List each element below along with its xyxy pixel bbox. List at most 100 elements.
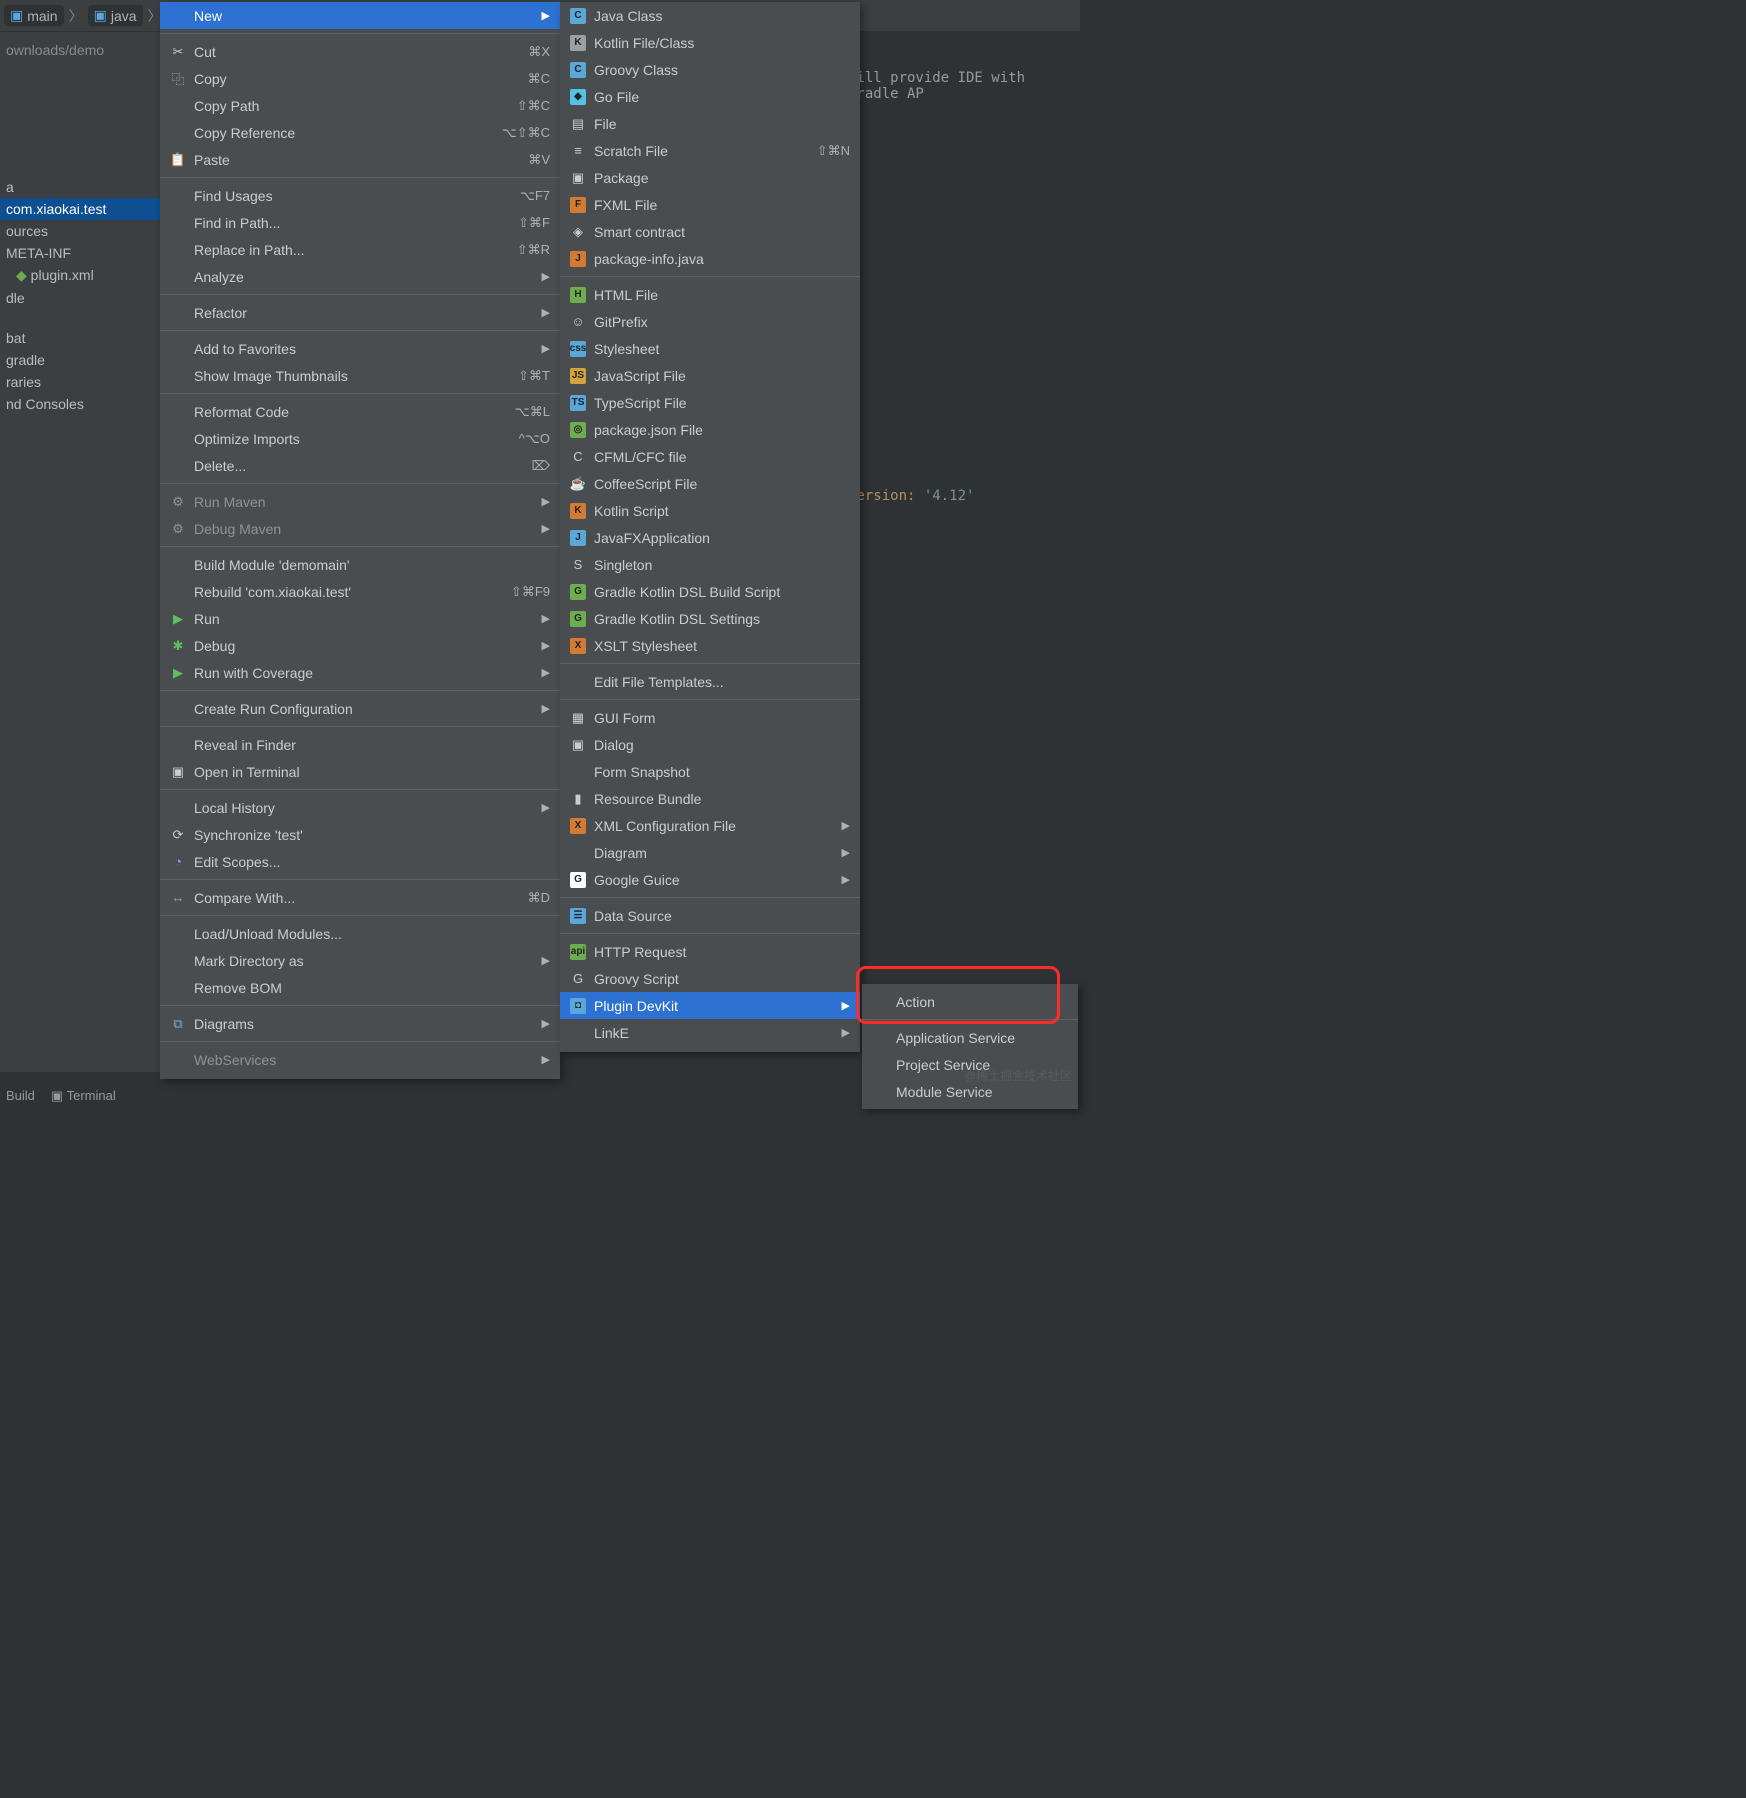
contextMenu-item-cut[interactable]: ✂Cut⌘X — [160, 38, 560, 65]
-icon: ▣ — [170, 764, 186, 780]
contextMenu-item-copy-reference[interactable]: Copy Reference⌥⇧⌘C — [160, 119, 560, 146]
contextMenu-item-debug[interactable]: ✱Debug▶ — [160, 632, 560, 659]
blank-icon — [170, 404, 186, 420]
contextMenu-item-reveal-in-finder[interactable]: Reveal in Finder — [160, 731, 560, 758]
newMenu-item-xml-configuration-file[interactable]: XXML Configuration File▶ — [560, 812, 860, 839]
newMenu-item-diagram[interactable]: Diagram▶ — [560, 839, 860, 866]
build-tab[interactable]: Build — [6, 1088, 35, 1104]
menu-item-label: Groovy Class — [594, 62, 850, 78]
newMenu-item-linke[interactable]: LinkE▶ — [560, 1019, 860, 1046]
contextMenu-item-run-with-coverage[interactable]: ▶Run with Coverage▶ — [160, 659, 560, 686]
contextMenu-item-paste[interactable]: 📋Paste⌘V — [160, 146, 560, 173]
newMenu-item-kotlin-script[interactable]: KKotlin Script — [560, 497, 860, 524]
newMenu-item-kotlin-file-class[interactable]: KKotlin File/Class — [560, 29, 860, 56]
contextMenu-item-copy-path[interactable]: Copy Path⇧⌘C — [160, 92, 560, 119]
contextMenu-item-diagrams[interactable]: ⧉Diagrams▶ — [160, 1010, 560, 1037]
newMenu-item-smart-contract[interactable]: ◈Smart contract — [560, 218, 860, 245]
newMenu-item-singleton[interactable]: SSingleton — [560, 551, 860, 578]
newMenu-item-package-info-java[interactable]: Jpackage-info.java — [560, 245, 860, 272]
contextMenu-item-load-unload-modules[interactable]: Load/Unload Modules... — [160, 920, 560, 947]
menu-item-label: JavaFXApplication — [594, 530, 850, 546]
pluginMenu-item-application-service[interactable]: Application Service — [862, 1024, 1078, 1051]
newMenu-item-file[interactable]: ▤File — [560, 110, 860, 137]
sidebar-item[interactable]: dle — [0, 287, 160, 309]
newMenu-item-scratch-file[interactable]: ≡Scratch File⇧⌘N — [560, 137, 860, 164]
menu-separator — [160, 1041, 560, 1042]
newMenu-item-google-guice[interactable]: GGoogle Guice▶ — [560, 866, 860, 893]
contextMenu-item-analyze[interactable]: Analyze▶ — [160, 263, 560, 290]
newMenu-item-dialog[interactable]: ▣Dialog — [560, 731, 860, 758]
contextMenu-item-edit-scopes[interactable]: ◔Edit Scopes... — [160, 848, 560, 875]
sidebar-item-test[interactable]: com.xiaokai.test — [0, 198, 160, 220]
contextMenu-item-find-in-path[interactable]: Find in Path...⇧⌘F — [160, 209, 560, 236]
newMenu-item-form-snapshot[interactable]: Form Snapshot — [560, 758, 860, 785]
breadcrumb-java[interactable]: ▣ java — [88, 5, 143, 26]
contextMenu-item-debug-maven[interactable]: ⚙Debug Maven▶ — [160, 515, 560, 542]
newMenu-item-edit-file-templates[interactable]: Edit File Templates... — [560, 668, 860, 695]
contextMenu-item-run[interactable]: ▶Run▶ — [160, 605, 560, 632]
breadcrumb-main[interactable]: ▣ main — [4, 5, 64, 26]
newMenu-item-gradle-kotlin-dsl-settings[interactable]: GGradle Kotlin DSL Settings — [560, 605, 860, 632]
newMenu-item-stylesheet[interactable]: cssStylesheet — [560, 335, 860, 362]
sidebar-item[interactable]: nd Consoles — [0, 393, 160, 415]
newMenu-item-html-file[interactable]: HHTML File — [560, 281, 860, 308]
blank-icon — [170, 269, 186, 285]
contextMenu-item-copy[interactable]: ⿻Copy⌘C — [160, 65, 560, 92]
newMenu-item-groovy-script[interactable]: GGroovy Script — [560, 965, 860, 992]
newMenu-item-http-request[interactable]: apiHTTP Request — [560, 938, 860, 965]
newMenu-item-groovy-class[interactable]: CGroovy Class — [560, 56, 860, 83]
newMenu-item-java-class[interactable]: CJava Class — [560, 2, 860, 29]
menu-item-label: Go File — [594, 89, 850, 105]
newMenu-item-fxml-file[interactable]: FFXML File — [560, 191, 860, 218]
sidebar-item[interactable]: raries — [0, 371, 160, 393]
sidebar-item[interactable]: a — [0, 176, 160, 198]
contextMenu-item-find-usages[interactable]: Find Usages⌥F7 — [160, 182, 560, 209]
sidebar-item[interactable]: ources — [0, 220, 160, 242]
newMenu-item-gradle-kotlin-dsl-build-script[interactable]: GGradle Kotlin DSL Build Script — [560, 578, 860, 605]
newMenu-item-plugin-devkit[interactable]: ◘Plugin DevKit▶ — [560, 992, 860, 1019]
menu-item-label: Data Source — [594, 908, 850, 924]
sidebar-item[interactable]: META-INF — [0, 242, 160, 264]
newMenu-item-gui-form[interactable]: ▦GUI Form — [560, 704, 860, 731]
newMenu-item-go-file[interactable]: ◆Go File — [560, 83, 860, 110]
contextMenu-item-run-maven[interactable]: ⚙Run Maven▶ — [160, 488, 560, 515]
newMenu-item-javascript-file[interactable]: JSJavaScript File — [560, 362, 860, 389]
newMenu-item-package[interactable]: ▣Package — [560, 164, 860, 191]
contextMenu-item-synchronize-test[interactable]: ⟳Synchronize 'test' — [160, 821, 560, 848]
contextMenu-item-build-module-demomain[interactable]: Build Module 'demomain' — [160, 551, 560, 578]
newMenu-item-package-json-file[interactable]: ◎package.json File — [560, 416, 860, 443]
contextMenu-item-open-in-terminal[interactable]: ▣Open in Terminal — [160, 758, 560, 785]
contextMenu-item-add-to-favorites[interactable]: Add to Favorites▶ — [160, 335, 560, 362]
contextMenu-item-webservices[interactable]: WebServices▶ — [160, 1046, 560, 1073]
pluginMenu-item-action[interactable]: Action — [862, 988, 1078, 1015]
contextMenu-item-optimize-imports[interactable]: Optimize Imports^⌥O — [160, 425, 560, 452]
newMenu-item-cfml-cfc-file[interactable]: CCFML/CFC file — [560, 443, 860, 470]
menu-item-label: Synchronize 'test' — [194, 827, 550, 843]
sidebar-item-plugin[interactable]: ◆ plugin.xml — [0, 264, 160, 287]
newMenu-item-resource-bundle[interactable]: ▮Resource Bundle — [560, 785, 860, 812]
contextMenu-item-reformat-code[interactable]: Reformat Code⌥⌘L — [160, 398, 560, 425]
contextMenu-item-rebuild-com-xiaokai-test[interactable]: Rebuild 'com.xiaokai.test'⇧⌘F9 — [160, 578, 560, 605]
contextMenu-item-compare-with[interactable]: ↔Compare With...⌘D — [160, 884, 560, 911]
contextMenu-item-create-run-configuration[interactable]: Create Run Configuration▶ — [160, 695, 560, 722]
newMenu-item-coffeescript-file[interactable]: ☕CoffeeScript File — [560, 470, 860, 497]
contextMenu-item-delete[interactable]: Delete...⌦ — [160, 452, 560, 479]
newMenu-item-gitprefix[interactable]: ☺GitPrefix — [560, 308, 860, 335]
contextMenu-item-remove-bom[interactable]: Remove BOM — [160, 974, 560, 1001]
newMenu-item-xslt-stylesheet[interactable]: XXSLT Stylesheet — [560, 632, 860, 659]
contextMenu-item-show-image-thumbnails[interactable]: Show Image Thumbnails⇧⌘T — [160, 362, 560, 389]
contextMenu-item-new[interactable]: New▶ — [160, 2, 560, 29]
menu-item-label: Compare With... — [194, 890, 520, 906]
newMenu-item-typescript-file[interactable]: TSTypeScript File — [560, 389, 860, 416]
newMenu-item-data-source[interactable]: ☰Data Source — [560, 902, 860, 929]
sidebar-item[interactable]: bat — [0, 327, 160, 349]
editor-content: version: '4.12' — [848, 488, 1080, 504]
menu-shortcut: ⇧⌘F — [518, 215, 550, 231]
contextMenu-item-refactor[interactable]: Refactor▶ — [160, 299, 560, 326]
terminal-tab[interactable]: ▣ Terminal — [51, 1088, 116, 1104]
contextMenu-item-local-history[interactable]: Local History▶ — [160, 794, 560, 821]
sidebar-item[interactable]: gradle — [0, 349, 160, 371]
contextMenu-item-replace-in-path[interactable]: Replace in Path...⇧⌘R — [160, 236, 560, 263]
newMenu-item-javafxapplication[interactable]: JJavaFXApplication — [560, 524, 860, 551]
contextMenu-item-mark-directory-as[interactable]: Mark Directory as▶ — [160, 947, 560, 974]
